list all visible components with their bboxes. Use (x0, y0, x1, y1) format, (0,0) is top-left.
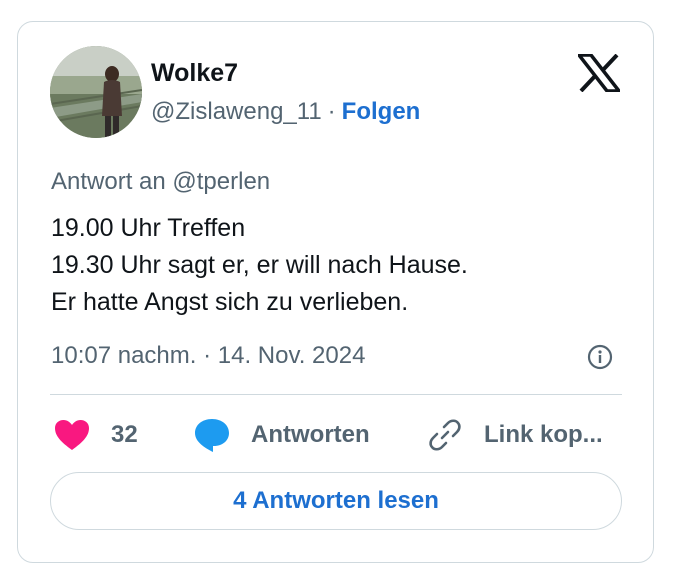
read-replies-button[interactable]: 4 Antworten lesen (50, 472, 622, 530)
info-icon[interactable] (587, 344, 613, 370)
divider (50, 394, 622, 395)
link-icon (429, 419, 461, 451)
timestamp-link[interactable]: 10:07 nachm. · 14. Nov. 2024 (51, 340, 365, 372)
like-button[interactable]: 32 (53, 413, 138, 457)
handle-row: @Zislaweng_11 · Folgen (151, 96, 420, 128)
reply-to-text[interactable]: Antwort an @tperlen (51, 166, 270, 198)
tweet-line: Er hatte Angst sich zu verlieben. (51, 288, 409, 316)
avatar-photo (50, 46, 142, 138)
author-name[interactable]: Wolke7 (151, 58, 238, 88)
tweet-text: 19.00 Uhr Treffen 19.30 Uhr sagt er, er … (51, 210, 468, 321)
author-handle[interactable]: @Zislaweng_11 (151, 98, 322, 125)
copy-link-label: Link kop... (484, 421, 603, 448)
speech-bubble-icon (195, 419, 229, 452)
separator-dot: · (327, 98, 336, 125)
reply-button[interactable]: Antworten (193, 413, 370, 457)
like-count: 32 (111, 421, 138, 448)
tweet-line: 19.00 Uhr Treffen (51, 214, 246, 242)
avatar[interactable] (50, 46, 142, 138)
follow-button[interactable]: Folgen (342, 98, 421, 125)
x-logo-icon[interactable] (578, 54, 620, 92)
copy-link-button[interactable]: Link kop... (428, 413, 603, 457)
reply-label: Antworten (251, 421, 370, 448)
tweet-line: 19.30 Uhr sagt er, er will nach Hause. (51, 251, 468, 279)
heart-icon (55, 420, 89, 450)
